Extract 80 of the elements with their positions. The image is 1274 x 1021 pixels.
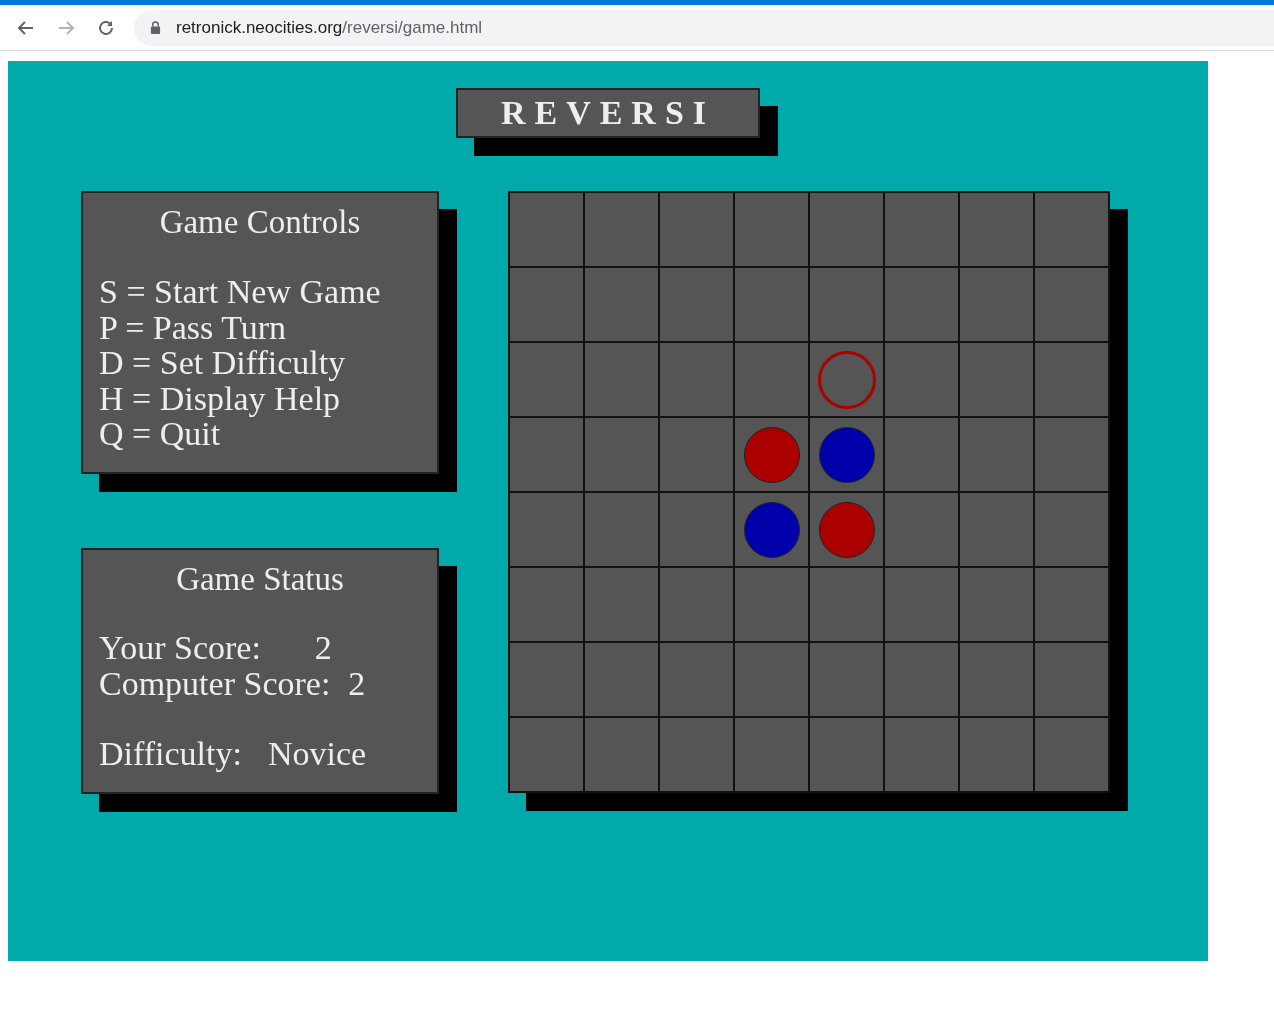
board-cell[interactable] <box>585 643 658 716</box>
board-cell[interactable] <box>660 343 733 416</box>
board-cell[interactable] <box>660 568 733 641</box>
board-cell[interactable] <box>585 418 658 491</box>
board-cell[interactable] <box>960 268 1033 341</box>
board-cell[interactable] <box>1035 643 1108 716</box>
board-cell[interactable] <box>510 193 583 266</box>
board-cell[interactable] <box>810 343 883 416</box>
board-cell[interactable] <box>1035 493 1108 566</box>
board-cell[interactable] <box>885 268 958 341</box>
board-cell[interactable] <box>585 493 658 566</box>
status-label: Computer Score: <box>99 665 331 701</box>
board-cell[interactable] <box>960 718 1033 791</box>
board-cell[interactable] <box>885 643 958 716</box>
board-cell[interactable] <box>510 343 583 416</box>
board-cell[interactable] <box>735 643 808 716</box>
board-cell[interactable] <box>1035 568 1108 641</box>
control-key-line: Q = Quit <box>99 416 221 452</box>
board-cell[interactable] <box>1035 343 1108 416</box>
board-cell[interactable] <box>510 493 583 566</box>
board-cell[interactable] <box>885 568 958 641</box>
board-cell[interactable] <box>735 343 808 416</box>
board-cell[interactable] <box>585 193 658 266</box>
board-cell[interactable] <box>810 568 883 641</box>
board-cell[interactable] <box>510 268 583 341</box>
board-cell[interactable] <box>735 568 808 641</box>
board-cell[interactable] <box>960 418 1033 491</box>
board-cell[interactable] <box>885 718 958 791</box>
board-cell[interactable] <box>735 718 808 791</box>
board-cell[interactable] <box>585 268 658 341</box>
board-cell[interactable] <box>660 493 733 566</box>
board-cell[interactable] <box>885 193 958 266</box>
board-cell[interactable] <box>810 493 883 566</box>
address-bar[interactable]: retronick.neocities.org/reversi/game.html <box>134 9 1274 46</box>
board-cell[interactable] <box>810 718 883 791</box>
board-cell[interactable] <box>510 718 583 791</box>
board-cell[interactable] <box>510 418 583 491</box>
board-cell[interactable] <box>1035 193 1108 266</box>
board-cell[interactable] <box>960 343 1033 416</box>
status-value: 2 <box>314 629 332 666</box>
board-cell[interactable] <box>510 568 583 641</box>
board-cell[interactable] <box>885 343 958 416</box>
board-cell[interactable] <box>960 493 1033 566</box>
board-cell[interactable] <box>585 718 658 791</box>
status-value: Novice <box>267 735 367 772</box>
board-cell[interactable] <box>885 418 958 491</box>
board-cell[interactable] <box>660 718 733 791</box>
board-cell[interactable] <box>660 193 733 266</box>
board-cell[interactable] <box>1035 718 1108 791</box>
status-label: Difficulty: <box>99 736 242 772</box>
board-cell[interactable] <box>1035 268 1108 341</box>
board-cell[interactable] <box>660 643 733 716</box>
board-cell[interactable] <box>660 418 733 491</box>
control-key-line: P = Pass Turn <box>99 309 288 345</box>
board-cell[interactable] <box>960 193 1033 266</box>
board-cell[interactable] <box>810 643 883 716</box>
board-cell[interactable] <box>660 268 733 341</box>
lock-icon <box>150 21 161 34</box>
control-key-line: S = Start New Game <box>99 274 382 310</box>
board-cell[interactable] <box>810 268 883 341</box>
board-cell[interactable] <box>585 568 658 641</box>
status-label: Your Score: <box>99 630 261 666</box>
board-cell[interactable] <box>735 193 808 266</box>
url-text: retronick.neocities.org/reversi/game.html <box>176 17 483 38</box>
board-cell[interactable] <box>1035 418 1108 491</box>
board-cell[interactable] <box>735 418 808 491</box>
board-cell[interactable] <box>810 418 883 491</box>
control-key-line: H = Display Help <box>99 380 341 416</box>
board-cell[interactable] <box>735 268 808 341</box>
board-cell[interactable] <box>735 493 808 566</box>
status-value: 2 <box>348 664 366 702</box>
board-cell[interactable] <box>510 643 583 716</box>
board-cell[interactable] <box>960 643 1033 716</box>
control-key-line: D = Set Difficulty <box>99 345 347 381</box>
board-cell[interactable] <box>585 343 658 416</box>
board-cell[interactable] <box>885 493 958 566</box>
panel-heading: Game Status <box>175 560 345 598</box>
panel-heading: Game Controls <box>158 203 362 241</box>
board-cell[interactable] <box>810 193 883 266</box>
board-cell[interactable] <box>960 568 1033 641</box>
